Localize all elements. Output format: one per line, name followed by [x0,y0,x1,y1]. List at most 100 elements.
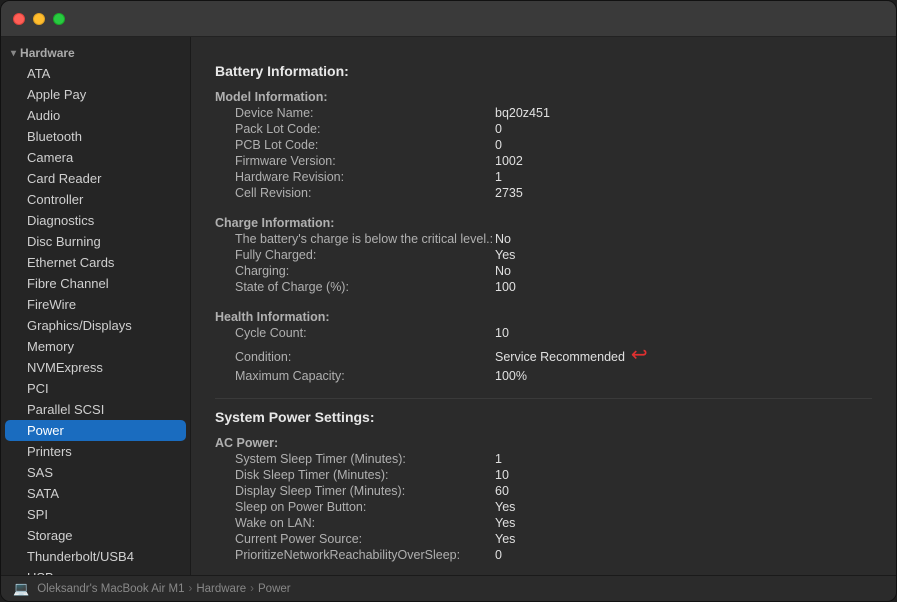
info-row: PCB Lot Code:0 [215,137,872,153]
sidebar-item-power[interactable]: Power [5,420,186,441]
section-title-system-power-settings: System Power Settings: [215,409,872,425]
row-value: Yes [495,500,515,514]
row-label: Display Sleep Timer (Minutes): [235,484,495,498]
row-label: Wake on LAN: [235,516,495,530]
traffic-lights [13,13,65,25]
row-label: Maximum Capacity: [235,369,495,383]
titlebar [1,1,896,37]
row-label: Sleep on Power Button: [235,500,495,514]
sidebar-item-camera[interactable]: Camera [5,147,186,168]
row-label: Pack Lot Code: [235,122,495,136]
sidebar-section-hardware: ▾ Hardware ATAApple PayAudioBluetoothCamer… [1,43,190,575]
maximize-button[interactable] [53,13,65,25]
info-block-model-information: Model Information: Device Name:bq20z451Pa… [215,89,872,201]
sidebar-item-apple-pay[interactable]: Apple Pay [5,84,186,105]
row-value: Yes [495,516,515,530]
sidebar-item-controller[interactable]: Controller [5,189,186,210]
subsection-label: Model Information: [215,90,475,104]
subsection-label: Charge Information: [215,216,475,230]
sidebar-item-memory[interactable]: Memory [5,336,186,357]
info-block-ac-power: AC Power:System Sleep Timer (Minutes):1D… [215,435,872,563]
breadcrumb-sep-2: › [250,583,254,595]
sidebar-item-ethernet-cards[interactable]: Ethernet Cards [5,252,186,273]
section-label: Hardware [20,46,75,60]
main-window: ▾ Hardware ATAApple PayAudioBluetoothCamer… [0,0,897,602]
info-row: System Sleep Timer (Minutes):1 [215,451,872,467]
breadcrumb-part-3: Power [258,583,291,595]
sidebar-item-spi[interactable]: SPI [5,504,186,525]
row-value: 100 [495,280,516,294]
row-value: 60 [495,484,509,498]
sidebar-item-pci[interactable]: PCI [5,378,186,399]
row-value: Service Recommended [495,350,625,364]
info-row: PrioritizeNetworkReachabilityOverSleep:0 [215,547,872,563]
subsection-label: AC Power: [215,436,475,450]
bottom-bar: 💻 Oleksandr's MacBook Air M1 › Hardware … [1,575,896,601]
separator [215,398,872,399]
row-value: 0 [495,548,502,562]
sidebar-item-card-reader[interactable]: Card Reader [5,168,186,189]
sidebar-item-bluetooth[interactable]: Bluetooth [5,126,186,147]
subsection-title-charge-information: Charge Information: [215,215,872,231]
row-label: Current Power Source: [235,532,495,546]
row-value: No [495,264,511,278]
info-row: Current Power Source:Yes [215,531,872,547]
sidebar-item-graphics-displays[interactable]: Graphics/Displays [5,315,186,336]
info-row: Wake on LAN:Yes [215,515,872,531]
subsection-title-ac-power: AC Power: [215,435,872,451]
laptop-icon: 💻 [13,581,29,597]
close-button[interactable] [13,13,25,25]
row-value: 1 [495,170,502,184]
info-row: Hardware Revision:1 [215,169,872,185]
sidebar-item-sata[interactable]: SATA [5,483,186,504]
row-value: No [495,232,511,246]
row-label: Cycle Count: [235,326,495,340]
row-label: Fully Charged: [235,248,495,262]
breadcrumb-part-1: Oleksandr's MacBook Air M1 [37,583,184,595]
chevron-icon: ▾ [11,48,16,59]
info-row: Cycle Count:10 [215,325,872,341]
info-row: Charging:No [215,263,872,279]
sidebar-item-disc-burning[interactable]: Disc Burning [5,231,186,252]
info-row: Pack Lot Code:0 [215,121,872,137]
info-row: Cell Revision:2735 [215,185,872,201]
sidebar-item-sas[interactable]: SAS [5,462,186,483]
row-label: Disk Sleep Timer (Minutes): [235,468,495,482]
sidebar-item-nvmexpress[interactable]: NVMExpress [5,357,186,378]
row-value: bq20z451 [495,106,550,120]
row-label: Device Name: [235,106,495,120]
row-label: State of Charge (%): [235,280,495,294]
sidebar-item-firewire[interactable]: FireWire [5,294,186,315]
sidebar-item-thunderbolt-usb4[interactable]: Thunderbolt/USB4 [5,546,186,567]
sidebar-item-diagnostics[interactable]: Diagnostics [5,210,186,231]
row-value: Yes [495,248,515,262]
sidebar-item-storage[interactable]: Storage [5,525,186,546]
sidebar-item-fibre-channel[interactable]: Fibre Channel [5,273,186,294]
sidebar-item-ata[interactable]: ATA [5,63,186,84]
row-value: 2735 [495,186,523,200]
sidebar: ▾ Hardware ATAApple PayAudioBluetoothCamer… [1,37,191,575]
row-value: 10 [495,468,509,482]
row-value: 100% [495,369,527,383]
row-label: Cell Revision: [235,186,495,200]
info-row: Display Sleep Timer (Minutes):60 [215,483,872,499]
subsection-title-model-information: Model Information: [215,89,872,105]
minimize-button[interactable] [33,13,45,25]
row-label: Charging: [235,264,495,278]
breadcrumb-part-2: Hardware [196,583,246,595]
row-label: The battery's charge is below the critic… [235,232,495,246]
row-value: 0 [495,122,502,136]
sidebar-section-header-hardware[interactable]: ▾ Hardware [1,43,190,63]
sidebar-item-parallel-scsi[interactable]: Parallel SCSI [5,399,186,420]
sidebar-item-audio[interactable]: Audio [5,105,186,126]
info-row: Fully Charged:Yes [215,247,872,263]
row-label: Hardware Revision: [235,170,495,184]
info-block-health-information: Health Information:Cycle Count:10Conditi… [215,309,872,384]
sidebar-item-printers[interactable]: Printers [5,441,186,462]
annotation-arrow: ↩ [631,342,648,367]
row-value: Yes [495,532,515,546]
sidebar-item-usb[interactable]: USB [5,567,186,575]
info-block-charge-information: Charge Information: The battery's charge … [215,215,872,295]
subsection-title-health-information: Health Information: [215,309,872,325]
breadcrumb: 💻 Oleksandr's MacBook Air M1 › Hardware … [13,581,291,597]
